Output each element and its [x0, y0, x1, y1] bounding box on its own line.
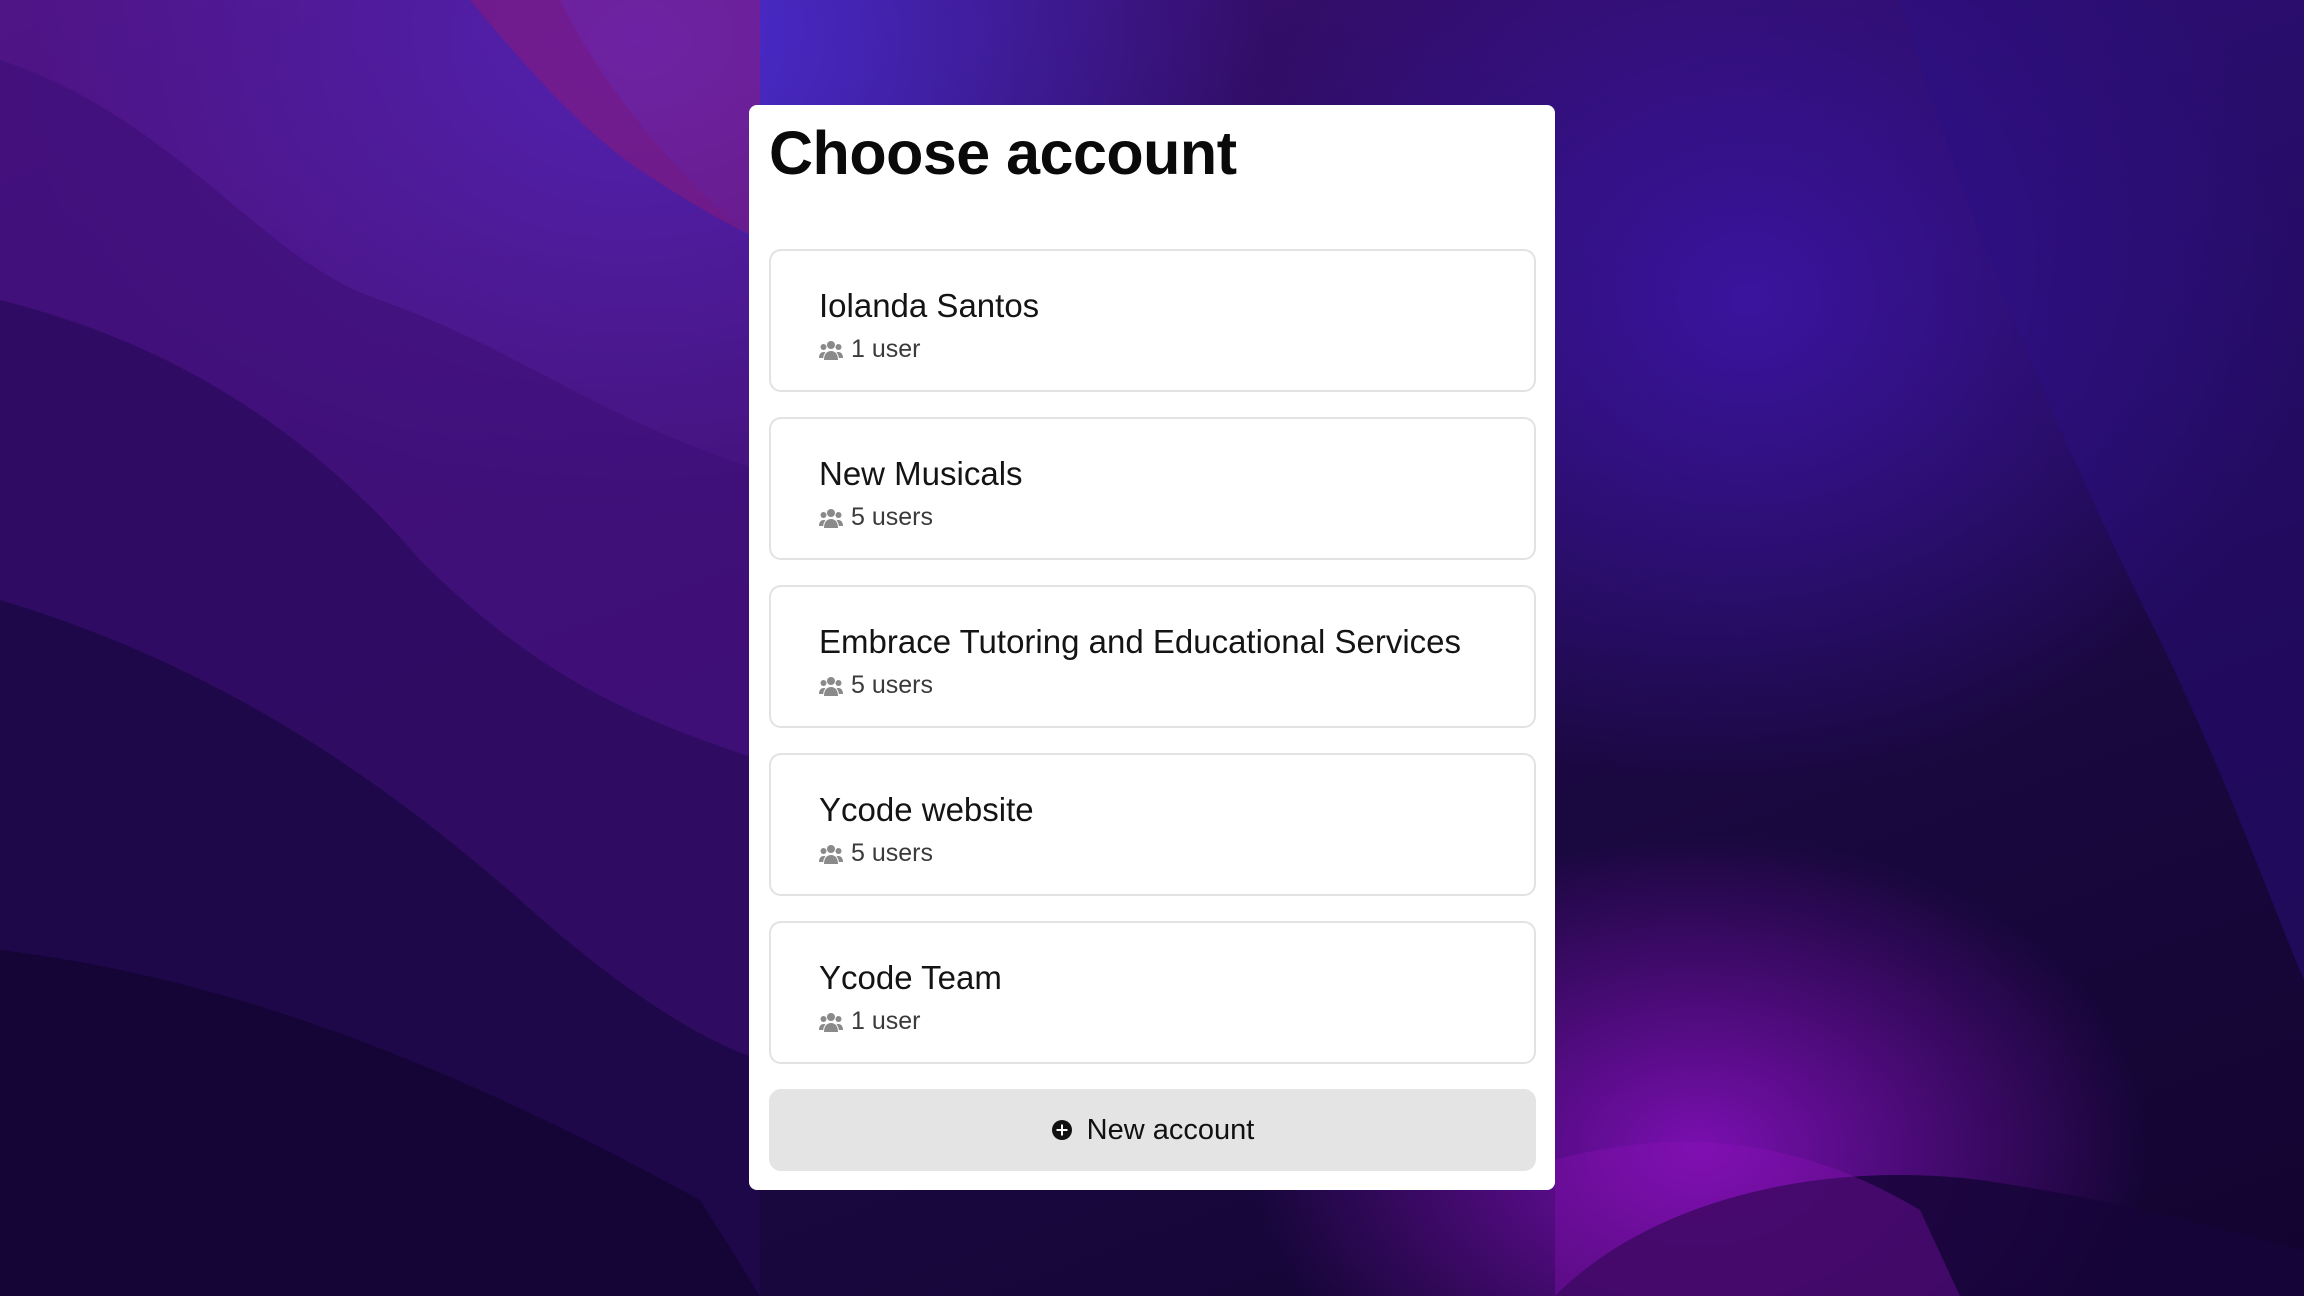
- account-name: Iolanda Santos: [819, 287, 1040, 324]
- page-title: Choose account: [769, 119, 1237, 187]
- account-name: Ycode Team: [819, 959, 1002, 996]
- plus-circle-icon: [1051, 1120, 1072, 1140]
- user-count-label: 5 users: [851, 839, 933, 867]
- account-name: New Musicals: [819, 455, 1023, 492]
- users-icon: [819, 676, 843, 696]
- account-user-count: 1 user: [819, 335, 920, 364]
- choose-account-dialog: Choose account Iolanda Santos 1 user New…: [749, 105, 1555, 1190]
- account-user-count: 5 users: [819, 503, 933, 532]
- new-account-label: New account: [1086, 1113, 1255, 1146]
- account-item[interactable]: New Musicals 5 users: [769, 417, 1536, 560]
- account-name: Ycode website: [819, 791, 1034, 828]
- users-icon: [819, 508, 843, 528]
- account-item[interactable]: Iolanda Santos 1 user: [769, 249, 1536, 392]
- account-user-count: 5 users: [819, 839, 933, 868]
- account-user-count: 1 user: [819, 1007, 920, 1036]
- new-account-button[interactable]: New account: [769, 1089, 1536, 1171]
- account-item[interactable]: Ycode Team 1 user: [769, 921, 1536, 1064]
- account-item[interactable]: Ycode website 5 users: [769, 753, 1536, 896]
- users-icon: [819, 340, 843, 360]
- account-item[interactable]: Embrace Tutoring and Educational Service…: [769, 585, 1536, 728]
- account-user-count: 5 users: [819, 671, 933, 700]
- users-icon: [819, 1012, 843, 1032]
- user-count-label: 1 user: [851, 335, 921, 363]
- user-count-label: 5 users: [851, 503, 933, 531]
- desktop-wallpaper: Choose account Iolanda Santos 1 user New…: [0, 0, 2304, 1296]
- user-count-label: 5 users: [851, 671, 933, 699]
- users-icon: [819, 844, 843, 864]
- user-count-label: 1 user: [851, 1007, 921, 1035]
- account-name: Embrace Tutoring and Educational Service…: [819, 623, 1462, 660]
- account-list: Iolanda Santos 1 user New Musicals 5 use…: [769, 249, 1536, 1089]
